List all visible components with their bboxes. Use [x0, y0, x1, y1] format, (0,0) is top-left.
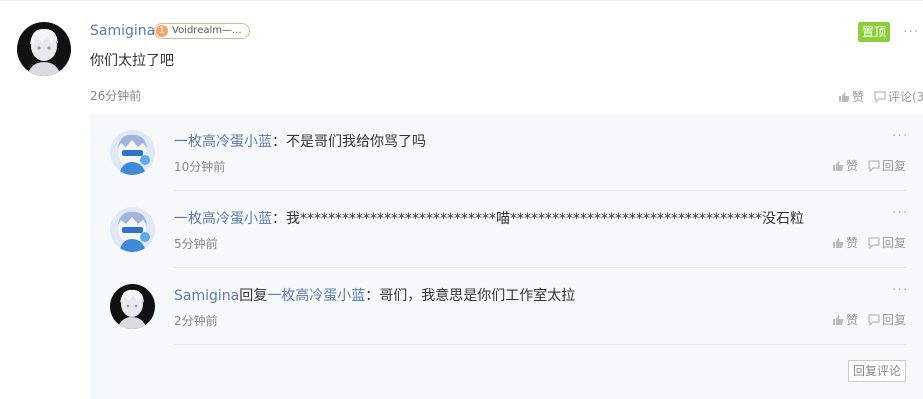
- comment-text: 你们太拉了吧: [90, 53, 174, 69]
- like-button[interactable]: 赞: [832, 311, 858, 328]
- reply-list: 一枚高冷蛋小蓝：不是哥们我给你骂了吗 10分钟前 ··· 赞 回复 一枚高冷蛋小…: [90, 114, 923, 399]
- reply-button[interactable]: 回复: [868, 234, 906, 251]
- thumbs-up-icon: [833, 160, 844, 171]
- more-dots-icon[interactable]: ···: [903, 24, 919, 40]
- reply-text: 我****************************喵**********…: [286, 211, 804, 227]
- reply-text: 不是哥们我给你骂了吗: [286, 134, 426, 150]
- badge-level: 1: [156, 25, 168, 37]
- reply-author[interactable]: 一枚高冷蛋小蓝: [174, 134, 272, 150]
- like-label: 赞: [846, 313, 859, 327]
- reply-button[interactable]: 回复: [868, 311, 906, 328]
- comment-icon: [868, 313, 880, 326]
- divider: [174, 344, 907, 345]
- reply-author[interactable]: Samigina: [174, 288, 239, 304]
- like-button[interactable]: 赞: [832, 157, 858, 174]
- reply-time: 2分钟前: [174, 314, 218, 328]
- reply-target[interactable]: 一枚高冷蛋小蓝: [267, 288, 365, 304]
- like-button[interactable]: 赞: [832, 234, 858, 251]
- avatar[interactable]: [110, 207, 155, 252]
- avatar[interactable]: [17, 22, 71, 76]
- reply-label: 回复: [882, 236, 907, 250]
- reply-line: 一枚高冷蛋小蓝：我****************************喵**…: [174, 208, 804, 228]
- more-dots-icon[interactable]: ···: [892, 128, 908, 144]
- reply-label: 回复: [882, 313, 907, 327]
- like-button[interactable]: 赞: [838, 88, 864, 105]
- reply-separator: ：: [365, 288, 380, 304]
- like-label: 赞: [846, 159, 859, 173]
- reply-item: Samigina回复一枚高冷蛋小蓝：哥们，我意思是你们工作室太拉 2分钟前 ··…: [90, 268, 923, 345]
- reply-word: 回复: [239, 288, 268, 304]
- thumbs-up-icon: [833, 314, 844, 325]
- pinned-badge: 置顶: [858, 22, 890, 42]
- comment-icon: [874, 90, 886, 103]
- reply-item: 一枚高冷蛋小蓝：我****************************喵**…: [90, 191, 923, 268]
- more-dots-icon[interactable]: ···: [892, 282, 908, 298]
- reply-separator: ：: [272, 134, 286, 150]
- reply-separator: ：: [272, 211, 286, 227]
- avatar[interactable]: [110, 284, 155, 329]
- avatar[interactable]: [110, 130, 155, 175]
- reply-text: 哥们，我意思是你们工作室太拉: [379, 288, 576, 304]
- reply-label: 回复: [882, 159, 907, 173]
- top-divider: [0, 0, 923, 1]
- comment-author[interactable]: Samigina: [90, 23, 155, 39]
- reply-line: Samigina回复一枚高冷蛋小蓝：哥们，我意思是你们工作室太拉: [174, 285, 575, 305]
- like-label: 赞: [846, 236, 859, 250]
- reply-item: 一枚高冷蛋小蓝：不是哥们我给你骂了吗 10分钟前 ··· 赞 回复: [90, 114, 923, 191]
- badge-text: Voidrealm—...: [172, 25, 242, 36]
- like-label: 赞: [852, 90, 865, 104]
- comment-time: 26分钟前: [90, 89, 142, 103]
- comment-button[interactable]: 评论(3: [874, 88, 923, 105]
- reply-time: 10分钟前: [174, 160, 226, 174]
- reply-time: 5分钟前: [174, 237, 218, 251]
- thumbs-up-icon: [839, 91, 850, 102]
- more-dots-icon[interactable]: ···: [892, 205, 908, 221]
- reply-line: 一枚高冷蛋小蓝：不是哥们我给你骂了吗: [174, 131, 426, 151]
- thumbs-up-icon: [833, 237, 844, 248]
- reply-comment-button[interactable]: 回复评论: [848, 360, 906, 382]
- comment-label: 评论(3: [888, 90, 923, 104]
- fan-badge[interactable]: 1 Voidrealm—...: [154, 23, 250, 39]
- comment-icon: [868, 159, 880, 172]
- reply-author[interactable]: 一枚高冷蛋小蓝: [174, 211, 272, 227]
- reply-button[interactable]: 回复: [868, 157, 906, 174]
- comment-icon: [868, 236, 880, 249]
